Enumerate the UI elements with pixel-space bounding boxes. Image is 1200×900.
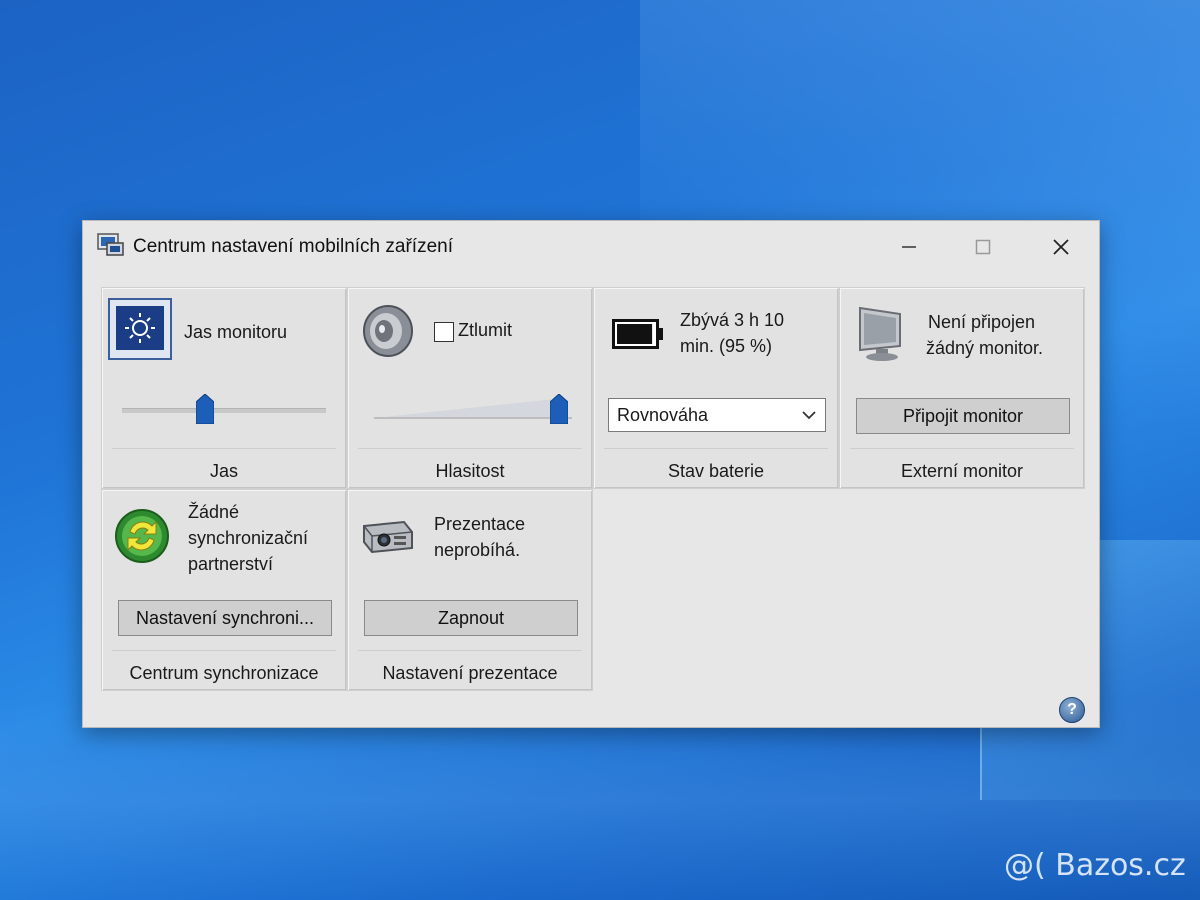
- sync-status-line2: synchronizační: [188, 528, 309, 548]
- brightness-slider-thumb[interactable]: [196, 394, 215, 424]
- maximize-button[interactable]: [961, 229, 1005, 265]
- minimize-button[interactable]: [887, 229, 931, 265]
- connect-monitor-button[interactable]: Připojit monitor: [856, 398, 1070, 434]
- mute-label[interactable]: Ztlumit: [458, 318, 512, 343]
- presentation-on-button[interactable]: Zapnout: [364, 600, 578, 636]
- monitor-icon: [859, 306, 901, 361]
- sync-settings-button[interactable]: Nastavení synchroni...: [118, 600, 332, 636]
- presentation-status-line1: Prezentace: [434, 514, 526, 534]
- power-plan-value: Rovnováha: [617, 405, 709, 425]
- volume-slider-thumb[interactable]: [550, 394, 568, 424]
- help-button[interactable]: ?: [1059, 697, 1085, 723]
- tile-volume: Ztlumit Hlasitost: [347, 287, 593, 489]
- volume-slider-track[interactable]: [374, 394, 572, 420]
- monitor-status-line2: žádný monitor.: [926, 338, 1044, 358]
- power-plan-select[interactable]: Rovnováha: [608, 398, 826, 432]
- monitor-separator: [850, 448, 1074, 449]
- close-button[interactable]: [1039, 229, 1083, 265]
- tile-sync-center: Žádné synchronizační partnerství Nastave…: [101, 489, 347, 691]
- presentation-separator: [358, 650, 582, 651]
- tile-brightness: Jas monitoru Jas: [101, 287, 347, 489]
- tile-external-monitor: Není připojen žádný monitor. Připojit mo…: [839, 287, 1085, 489]
- battery-icon: [612, 319, 663, 349]
- sync-icon: [115, 509, 169, 563]
- title-bar[interactable]: Centrum nastavení mobilních zařízení: [83, 221, 1099, 273]
- sync-status-line1: Žádné: [188, 502, 240, 522]
- mobility-center-icon: [97, 233, 124, 256]
- mobility-center-window: Centrum nastavení mobilních zařízení Jas…: [82, 220, 1100, 728]
- maximize-icon: [975, 239, 991, 255]
- help-icon: ?: [1067, 701, 1077, 718]
- window-title: Centrum nastavení mobilních zařízení: [133, 236, 453, 257]
- watermark: @( Bazos.cz: [1004, 848, 1186, 883]
- sync-separator: [112, 650, 336, 651]
- minimize-icon: [902, 246, 916, 248]
- sync-status-line3: partnerství: [188, 554, 274, 574]
- close-icon: [1053, 239, 1069, 255]
- brightness-label: Jas: [209, 461, 238, 481]
- projector-icon: [363, 520, 413, 554]
- battery-status-line2: min. (95 %): [680, 336, 773, 356]
- volume-separator: [358, 448, 582, 449]
- mute-checkbox[interactable]: [434, 322, 454, 342]
- brightness-separator: [112, 448, 336, 449]
- tile-battery: Zbývá 3 h 10 min. (95 %) Rovnováha Stav …: [593, 287, 839, 489]
- battery-status-line1: Zbývá 3 h 10: [680, 310, 785, 330]
- battery-label: Stav baterie: [667, 461, 765, 481]
- battery-separator: [604, 448, 828, 449]
- brightness-icon: [108, 298, 172, 360]
- brightness-slider-track[interactable]: [122, 408, 326, 413]
- tile-presentation: Prezentace neprobíhá. Zapnout Nastavení …: [347, 489, 593, 691]
- chevron-down-icon: [802, 411, 816, 420]
- volume-label: Hlasitost: [435, 461, 505, 481]
- sync-center-label: Centrum synchronizace: [129, 663, 319, 683]
- brightness-title: Jas monitoru: [184, 322, 288, 342]
- monitor-status-line1: Není připojen: [928, 312, 1036, 332]
- speaker-icon: [363, 305, 413, 357]
- presentation-status-line2: neprobíhá.: [434, 540, 521, 560]
- external-monitor-label: Externí monitor: [900, 461, 1024, 481]
- presentation-label: Nastavení prezentace: [382, 663, 558, 683]
